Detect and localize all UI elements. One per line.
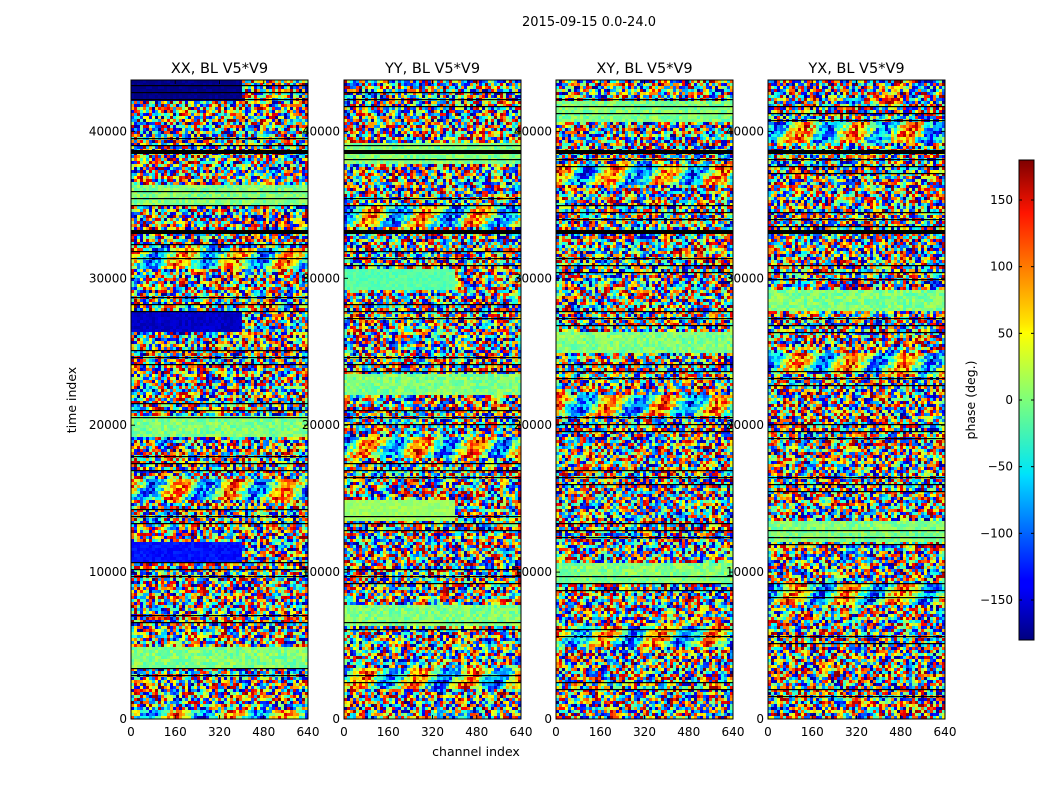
y-tick-label: 20000 <box>514 418 552 432</box>
panel-title: YY, BL V5*V9 <box>384 61 480 77</box>
phase-heatmap <box>768 80 945 719</box>
y-tick-label: 0 <box>119 712 127 726</box>
x-axis-label: channel index <box>432 744 520 759</box>
y-tick-label: 20000 <box>302 418 340 432</box>
x-tick-label: 640 <box>722 725 745 739</box>
x-tick-label: 0 <box>552 725 560 739</box>
x-tick-label: 640 <box>297 725 320 739</box>
x-tick-label: 320 <box>845 725 868 739</box>
y-tick-label: 10000 <box>302 565 340 579</box>
y-tick-label: 10000 <box>514 565 552 579</box>
y-tick-label: 20000 <box>726 418 764 432</box>
x-tick-label: 640 <box>510 725 533 739</box>
figure: 2015-09-15 0.0-24.0 XX, BL V5*V9 0 160 320 4… <box>64 15 1035 759</box>
y-tick-label: 0 <box>756 712 764 726</box>
y-tick-label: 40000 <box>514 124 552 138</box>
panel-title: XX, BL V5*V9 <box>171 61 268 77</box>
x-tick-label: 640 <box>934 725 957 739</box>
colorbar-tick-label: −50 <box>988 460 1013 474</box>
y-tick-label: 30000 <box>89 271 127 285</box>
y-tick-label: 0 <box>332 712 340 726</box>
x-tick-label: 480 <box>889 725 912 739</box>
y-tick-label: 10000 <box>89 565 127 579</box>
colorbar-tick-label: 100 <box>990 260 1013 274</box>
x-tick-label: 160 <box>589 725 612 739</box>
colorbar-tick-label: −100 <box>980 526 1013 540</box>
x-tick-label: 320 <box>421 725 444 739</box>
phase-heatmap <box>556 80 733 719</box>
y-tick-label: 10000 <box>726 565 764 579</box>
panel-1: XX, BL V5*V9 0 160 320 480 640 0 10000 20000 3000… <box>89 61 320 739</box>
y-axis-label: time index <box>64 367 79 433</box>
x-tick-label: 320 <box>208 725 231 739</box>
y-tick-label: 0 <box>544 712 552 726</box>
y-tick-label: 40000 <box>726 124 764 138</box>
colorbar-tick-label: 150 <box>990 193 1013 207</box>
colorbar: −150 −100 −50 0 50 100 150 phase (deg.) <box>963 159 1035 641</box>
panel-title: XY, BL V5*V9 <box>596 61 692 77</box>
colorbar-tick-label: −150 <box>980 593 1013 607</box>
panels: XX, BL V5*V9 0 160 320 480 640 0 10000 20000 3000… <box>89 61 957 739</box>
colorbar-tick-label: 0 <box>1005 393 1013 407</box>
x-tick-label: 0 <box>340 725 348 739</box>
figure-title: 2015-09-15 0.0-24.0 <box>522 15 656 30</box>
y-tick-label: 30000 <box>302 271 340 285</box>
x-tick-label: 480 <box>252 725 275 739</box>
x-tick-label: 480 <box>465 725 488 739</box>
x-tick-label: 320 <box>633 725 656 739</box>
phase-heatmap <box>344 80 521 719</box>
x-tick-label: 0 <box>764 725 772 739</box>
y-tick-label: 30000 <box>514 271 552 285</box>
x-tick-label: 0 <box>127 725 135 739</box>
y-tick-label: 30000 <box>726 271 764 285</box>
panel-title: YX, BL V5*V9 <box>807 61 904 77</box>
panel-4: YX, BL V5*V9 0 160 320 480 640 0 10000 20000 3000… <box>726 61 957 739</box>
panel-3: XY, BL V5*V9 0 160 320 480 640 0 10000 20000 3000… <box>514 61 745 739</box>
y-tick-label: 20000 <box>89 418 127 432</box>
colorbar-label: phase (deg.) <box>963 361 978 440</box>
phase-heatmap <box>131 80 308 719</box>
panel-2: YY, BL V5*V9 0 160 320 480 640 0 10000 20000 3000… <box>302 61 533 739</box>
y-tick-label: 40000 <box>89 124 127 138</box>
y-tick-label: 40000 <box>302 124 340 138</box>
x-tick-label: 160 <box>377 725 400 739</box>
colorbar-tick-label: 50 <box>998 326 1013 340</box>
x-tick-label: 480 <box>677 725 700 739</box>
x-tick-label: 160 <box>164 725 187 739</box>
x-tick-label: 160 <box>801 725 824 739</box>
